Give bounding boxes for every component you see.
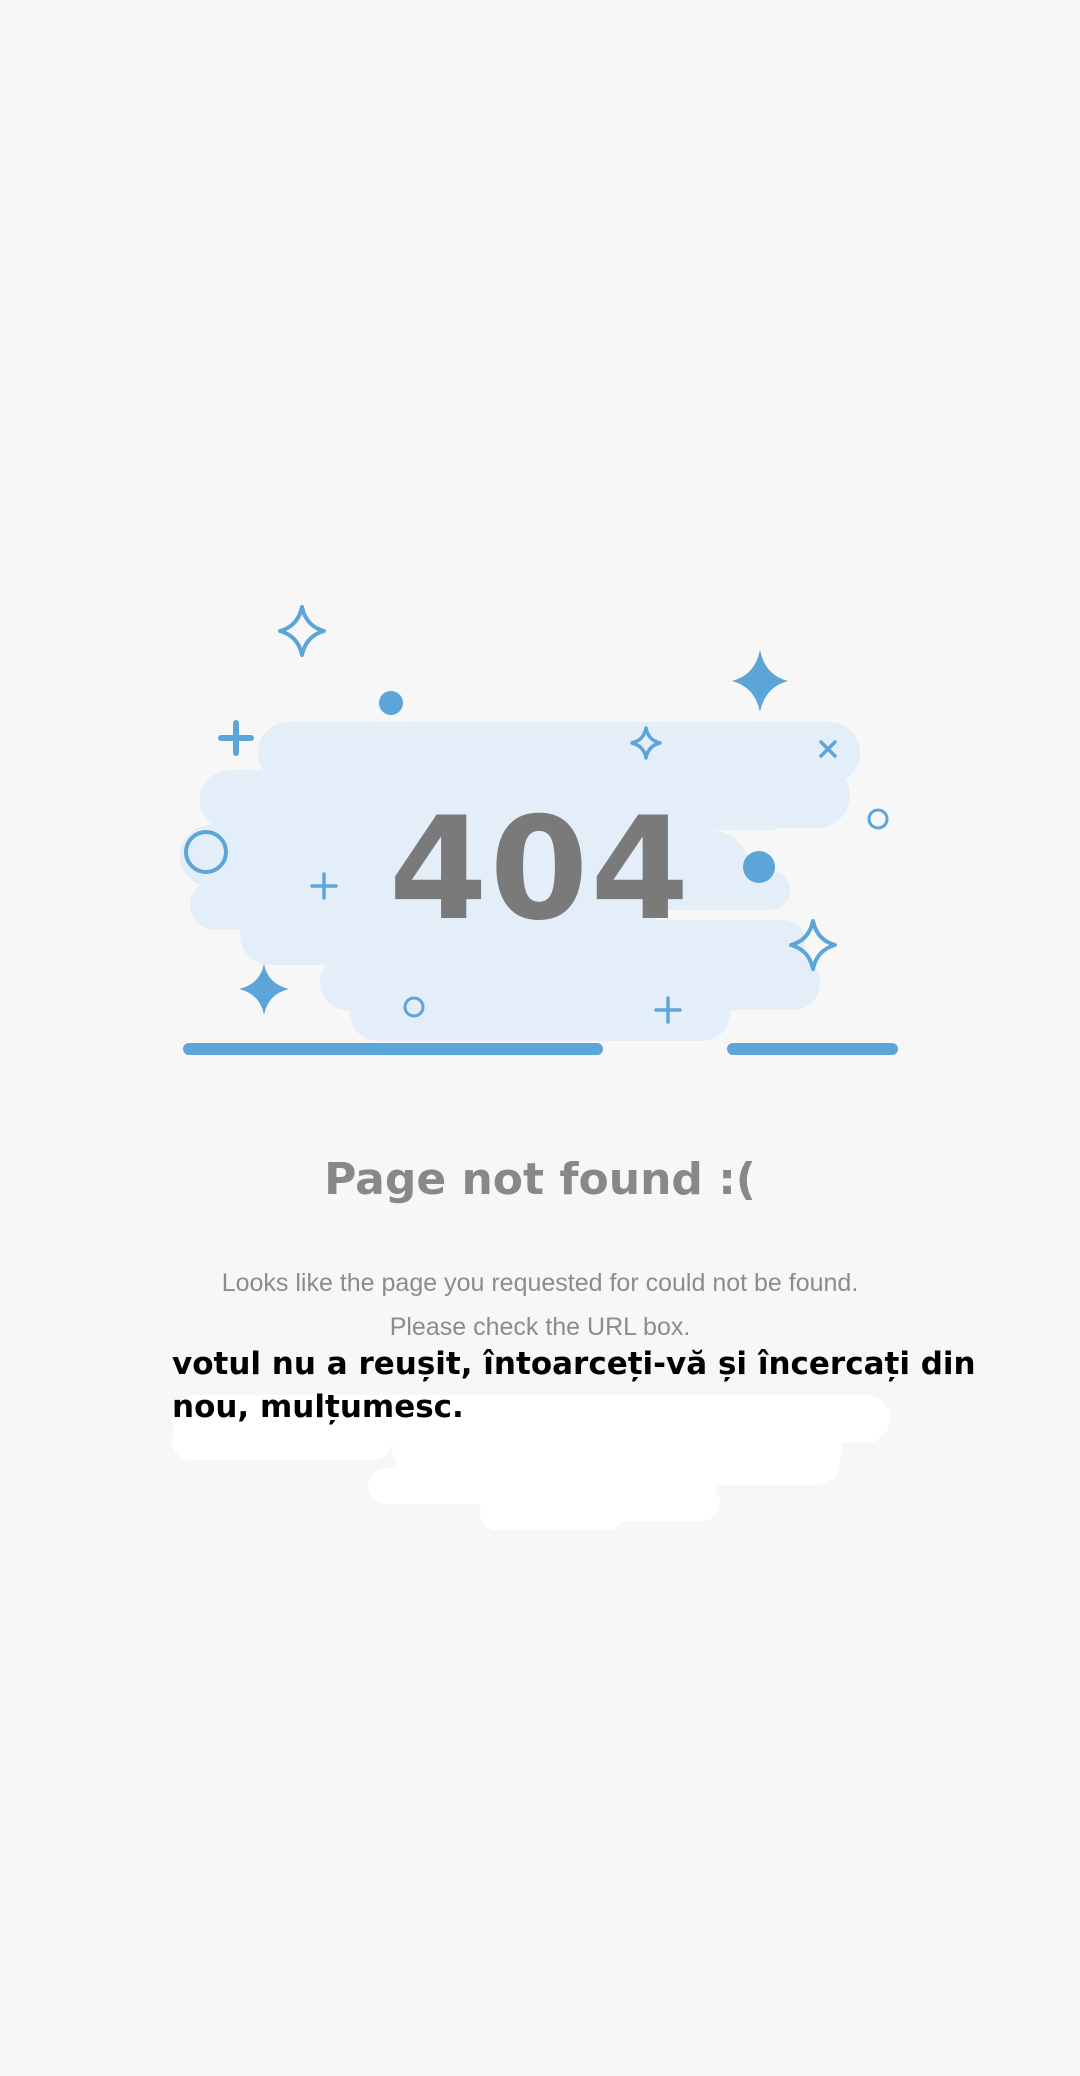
overlay-note: votul nu a reușit, întoarceți-vă și înce…: [172, 1346, 976, 1425]
